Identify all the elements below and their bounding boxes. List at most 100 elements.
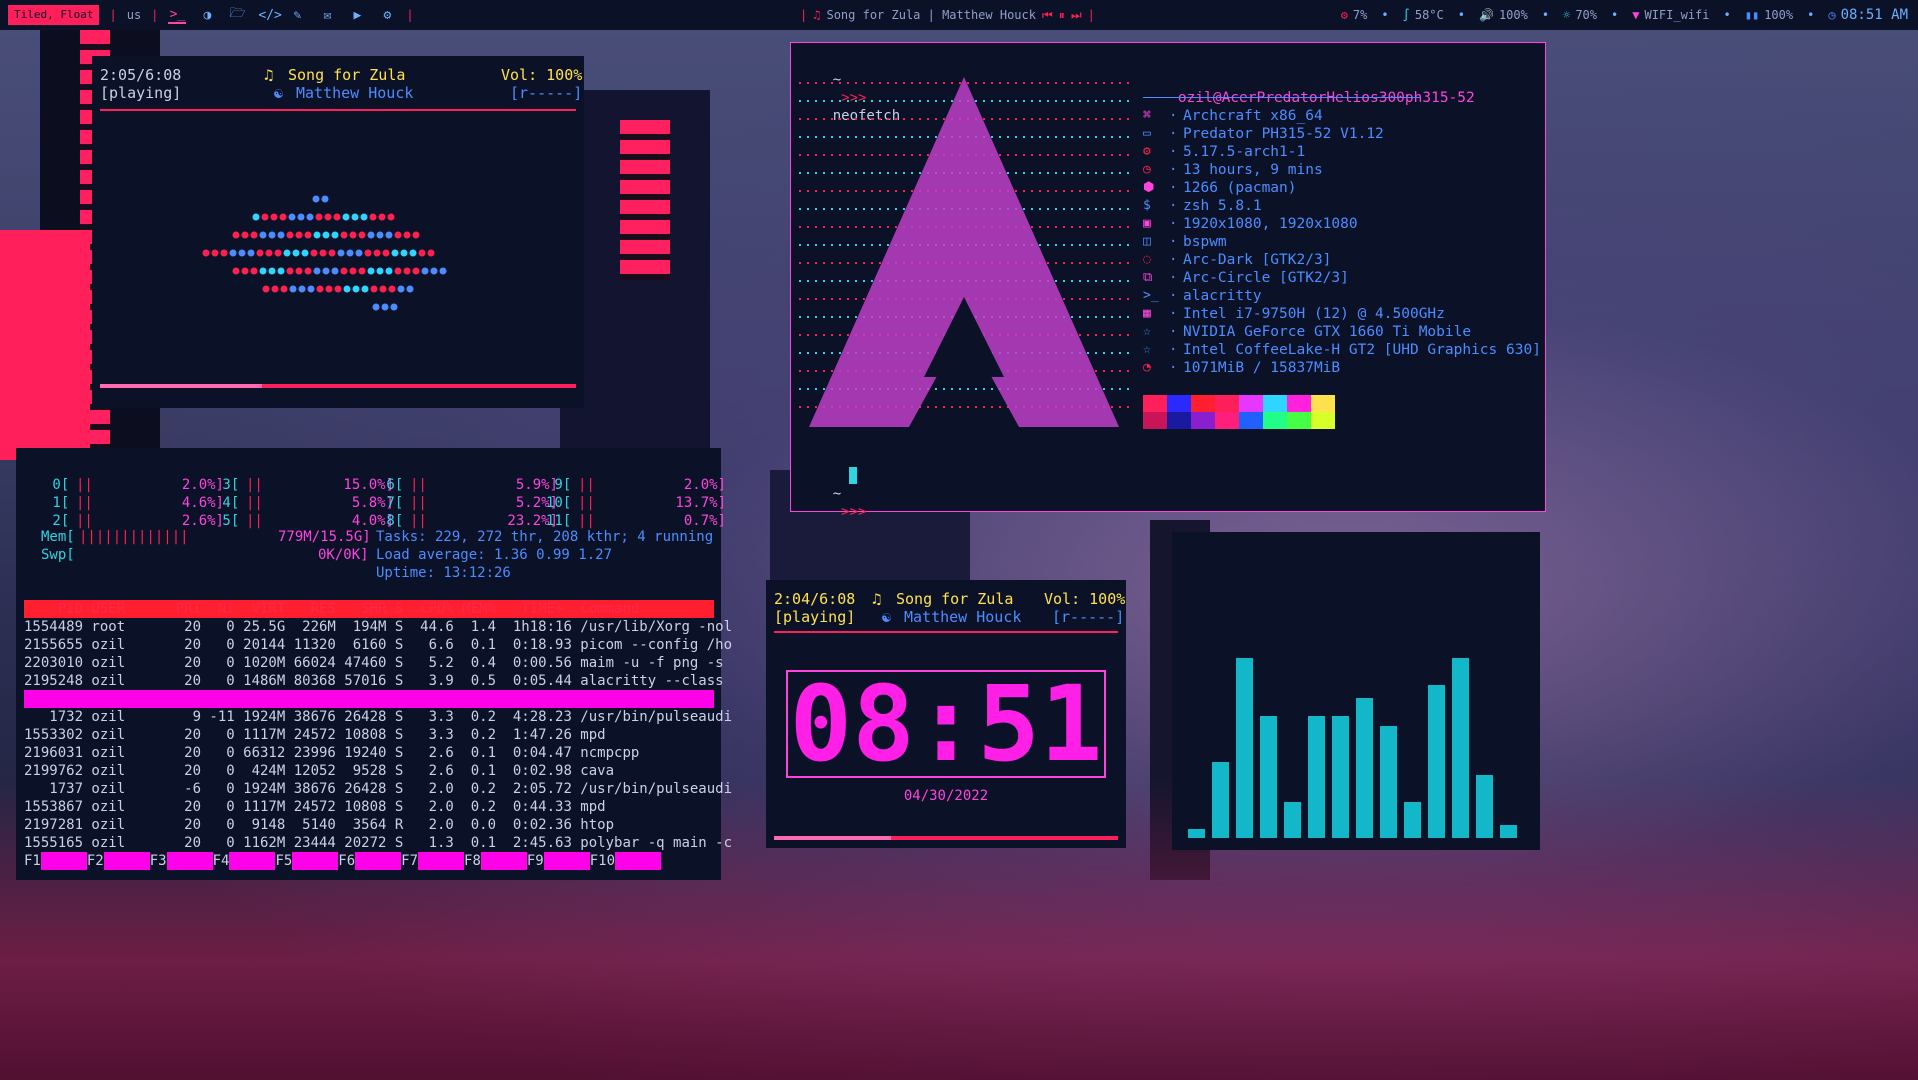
settings-icon[interactable]: ⚙ (378, 8, 396, 23)
process-row[interactable]: 1554489 root 20 0 25.5G 226M 194M S 44.6… (24, 618, 732, 636)
visualizer-dot (307, 285, 315, 293)
layout-mode[interactable]: Tiled, Float (8, 5, 100, 25)
terminal-cursor[interactable] (849, 467, 857, 484)
artist-name: Matthew Houck (296, 84, 414, 102)
separator: | (109, 8, 117, 22)
process-row[interactable]: 2195248 ozil 20 0 1486M 80368 57016 S 3.… (24, 672, 724, 690)
process-row[interactable]: 1553302 ozil 20 0 1117M 24572 10808 S 3.… (24, 726, 714, 744)
htop-window[interactable]: 0[|| 2.0%] 1[|| 4.6%] 2[|| 2.6%] 3[|| 15.0%]… (16, 448, 732, 880)
clock-player-window[interactable]: 2:04/6:08 [playing] ♫ Song for Zula ☯ Ma… (766, 580, 1126, 848)
function-key-action[interactable] (615, 852, 662, 870)
visualizer-dot (355, 249, 363, 257)
process-row[interactable]: 1555165 ozil 20 0 1162M 23444 20272 S 1.… (24, 834, 732, 852)
function-key-action[interactable] (166, 852, 213, 870)
pause-icon[interactable]: ⏸ (1059, 8, 1065, 23)
neofetch-terminal[interactable]: ~ >>> neofetch ozil@AcerPredatorHelios30… (790, 42, 1546, 520)
visualizer-dot (229, 249, 237, 257)
color-swatch (1239, 412, 1263, 429)
cpu-meter-bar: || (578, 495, 595, 511)
code-icon[interactable]: </> (258, 8, 281, 23)
function-key-label[interactable]: F4 (213, 852, 230, 870)
music-player-window[interactable]: 2:05/6:08 [playing] ♫ Song for Zula ☯ Ma… (92, 56, 584, 408)
cava-bar (1188, 829, 1205, 838)
chat-icon[interactable]: ✉ (318, 8, 336, 23)
system-info-value: NVIDIA GeForce GTX 1660 Ti Mobile (1183, 324, 1472, 340)
color-swatch (1287, 395, 1311, 412)
player-status: [playing] (774, 608, 856, 626)
function-key-action[interactable] (355, 852, 402, 870)
visualizer-dot (292, 249, 300, 257)
function-key-label[interactable]: F8 (464, 852, 481, 870)
cpu-meter-value: 2.0%] (683, 477, 726, 493)
process-row[interactable]: 1737 ozil -6 0 1924M 38676 26428 S 2.0 0… (24, 780, 732, 798)
swap-value: 0K/0K] (318, 547, 369, 563)
folder-icon[interactable]: 🗁 (228, 4, 246, 26)
function-key-action[interactable] (543, 852, 590, 870)
process-row[interactable]: 2203010 ozil 20 0 1020M 66024 47460 S 5.… (24, 654, 724, 672)
notes-icon[interactable]: ✎ (288, 8, 306, 23)
function-key-label[interactable]: F3 (150, 852, 167, 870)
process-row[interactable]: 2155655 ozil 20 0 20144 11320 6160 S 6.6… (24, 636, 732, 654)
function-key-label[interactable]: F1 (24, 852, 41, 870)
bullet: · (1169, 360, 1178, 376)
process-row[interactable]: 1553867 ozil 20 0 1117M 24572 10808 S 2.… (24, 798, 714, 816)
visualizer-dot (220, 249, 228, 257)
now-playing[interactable]: | ♫ Song for Zula | Matthew Houck ⏮ ⏸ ⏭ … (800, 8, 1095, 23)
cpu-meter-value: 2.0%] (181, 477, 224, 493)
visualizer-dot (334, 285, 342, 293)
temperature-module[interactable]: ∫ 58°C (1403, 8, 1444, 22)
function-key-label[interactable]: F10 (590, 852, 615, 870)
function-key-label[interactable]: F5 (275, 852, 292, 870)
volume-module[interactable]: 🔊 100% (1479, 8, 1528, 22)
process-row[interactable]: 2197281 ozil 20 0 9148 5140 3564 R 2.0 0… (24, 816, 714, 834)
function-key-action[interactable] (229, 852, 276, 870)
clock-module[interactable]: ◷ 08:51 AM (1828, 7, 1908, 23)
visualizer-dot (439, 267, 447, 275)
wifi-module[interactable]: ▼ WIFI_wifi (1632, 8, 1709, 22)
wifi-icon: ▼ (1632, 8, 1640, 22)
youtube-icon[interactable]: ▶ (348, 8, 366, 23)
process-row[interactable]: 1732 ozil 9 -11 1924M 38676 26428 S 3.3 … (24, 708, 732, 726)
progress-bar[interactable] (100, 384, 576, 388)
cava-bar (1500, 825, 1517, 838)
visualizer-dot (412, 267, 420, 275)
function-key-label[interactable]: F9 (527, 852, 544, 870)
thermometer-icon: ∫ (1402, 8, 1410, 22)
visualizer-dot (238, 249, 246, 257)
previous-icon[interactable]: ⏮ (1042, 8, 1053, 23)
cpu-meter-bar: || (410, 495, 427, 511)
visualizer-dot (211, 249, 219, 257)
color-swatch (1167, 412, 1191, 429)
terminal-icon[interactable]: >_ (168, 7, 187, 24)
battery-module[interactable]: ▮▮ 100% (1745, 8, 1793, 22)
process-table-header[interactable]: PID USER PRI NI VIRT RES SHR S CPU% MEM%… (24, 600, 714, 618)
function-key-label[interactable]: F2 (87, 852, 104, 870)
divider (1143, 97, 1421, 98)
volume-icon: 🔊 (1478, 8, 1494, 22)
function-key-action[interactable] (292, 852, 339, 870)
progress-bar[interactable] (774, 836, 1118, 840)
visualizer-dot (286, 231, 294, 239)
process-row[interactable]: 2199762 ozil 20 0 424M 12052 9528 S 2.6 … (24, 762, 714, 780)
function-key-label[interactable]: F6 (338, 852, 355, 870)
process-row[interactable]: 2196031 ozil 20 0 66312 23996 19240 S 2.… (24, 744, 714, 762)
function-key-action[interactable] (418, 852, 465, 870)
system-info-value: Arc-Dark [GTK2/3] (1183, 252, 1332, 268)
visualizer-dot (271, 285, 279, 293)
visualizer-dot (387, 213, 395, 221)
selected-process-row[interactable] (24, 690, 714, 708)
visualizer-dot (259, 267, 267, 275)
function-key-action[interactable] (103, 852, 150, 870)
keyboard-layout[interactable]: us (127, 8, 141, 22)
visualizer-dot (385, 267, 393, 275)
function-key-label[interactable]: F7 (401, 852, 418, 870)
system-info-value: 1071MiB / 15837MiB (1183, 360, 1341, 376)
function-key-action[interactable] (40, 852, 87, 870)
firefox-icon[interactable]: ◑ (198, 8, 216, 23)
cpu-module[interactable]: ⚙ 7% (1341, 8, 1368, 22)
function-key-action[interactable] (480, 852, 527, 870)
next-icon[interactable]: ⏭ (1071, 8, 1082, 23)
visualizer-dot (298, 285, 306, 293)
system-info-value: Predator PH315-52 V1.12 (1183, 126, 1384, 142)
brightness-module[interactable]: ☼ 70% (1563, 8, 1597, 22)
